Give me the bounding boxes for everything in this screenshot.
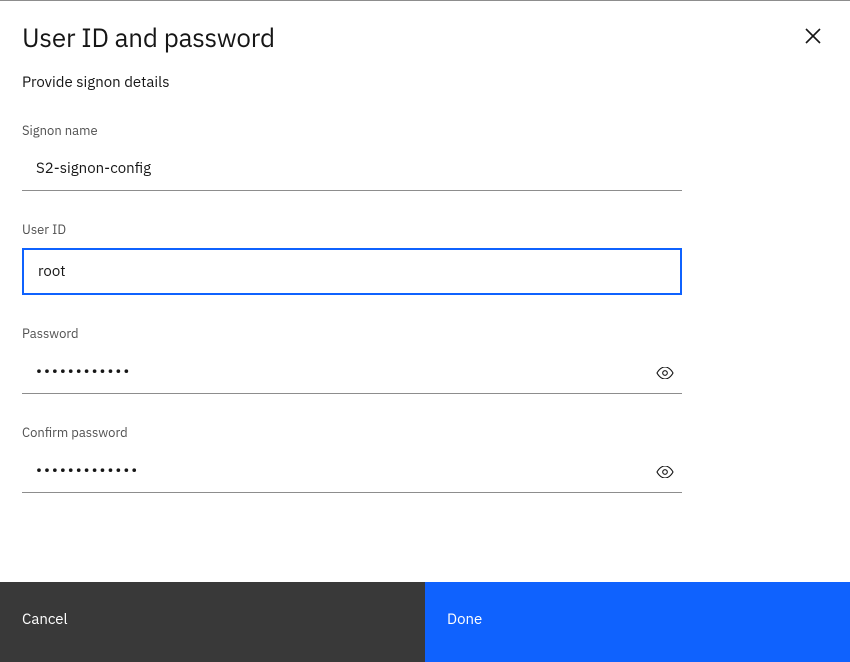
cancel-button[interactable]: Cancel — [0, 582, 425, 662]
eye-icon — [656, 367, 674, 379]
modal-subtitle: Provide signon details — [22, 73, 828, 92]
user-id-password-modal: User ID and password Provide signon deta… — [0, 0, 850, 662]
user-id-field: User ID — [22, 221, 828, 295]
cancel-button-label: Cancel — [22, 610, 68, 629]
password-visibility-toggle[interactable] — [648, 361, 682, 385]
modal-content: User ID and password Provide signon deta… — [0, 1, 850, 582]
done-button-label: Done — [447, 610, 482, 629]
confirm-password-input-wrap — [22, 451, 682, 493]
signon-name-field: Signon name — [22, 122, 828, 191]
modal-footer: Cancel Done — [0, 582, 850, 662]
close-icon — [804, 27, 822, 45]
eye-icon — [656, 466, 674, 478]
modal-header: User ID and password — [22, 21, 828, 73]
user-id-input[interactable] — [22, 248, 682, 295]
modal-title: User ID and password — [22, 21, 275, 55]
signon-name-input[interactable] — [22, 149, 682, 191]
password-field: Password — [22, 325, 828, 394]
confirm-password-field: Confirm password — [22, 424, 828, 493]
signon-name-label: Signon name — [22, 122, 828, 139]
done-button[interactable]: Done — [425, 582, 850, 662]
password-label: Password — [22, 325, 828, 342]
confirm-password-input[interactable] — [22, 451, 648, 492]
close-button[interactable] — [800, 23, 826, 49]
password-input[interactable] — [22, 352, 648, 393]
confirm-password-label: Confirm password — [22, 424, 828, 441]
confirm-password-visibility-toggle[interactable] — [648, 460, 682, 484]
password-input-wrap — [22, 352, 682, 394]
user-id-label: User ID — [22, 221, 828, 238]
